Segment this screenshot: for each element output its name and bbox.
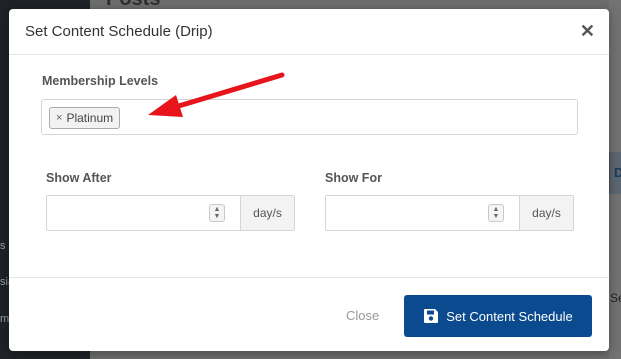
membership-levels-input[interactable]: × Platinum <box>41 99 578 135</box>
sidebar-fragment: s <box>0 240 6 252</box>
show-for-group: ▲ ▼ day/s <box>325 195 574 231</box>
background-text-fragment: Se <box>610 291 621 305</box>
spin-down-icon[interactable]: ▼ <box>214 213 221 220</box>
content-schedule-modal: Set Content Schedule (Drip) ✕ Membership… <box>9 9 609 351</box>
show-after-label: Show After <box>46 171 112 185</box>
floppy-disk-icon <box>423 308 439 324</box>
remove-tag-icon[interactable]: × <box>56 112 62 124</box>
show-after-group: ▲ ▼ day/s <box>46 195 295 231</box>
close-icon[interactable]: ✕ <box>580 21 595 42</box>
modal-footer: Close Set Content Schedule <box>9 277 609 351</box>
submit-label: Set Content Schedule <box>446 308 573 324</box>
modal-title: Set Content Schedule (Drip) <box>25 23 213 40</box>
show-for-label: Show For <box>325 171 382 185</box>
membership-tag-platinum: × Platinum <box>49 107 121 129</box>
background-tab: D <box>609 152 621 194</box>
set-content-schedule-button[interactable]: Set Content Schedule <box>404 295 592 337</box>
close-button[interactable]: Close <box>346 308 379 323</box>
modal-header: Set Content Schedule (Drip) ✕ <box>9 9 609 55</box>
membership-levels-label: Membership Levels <box>42 74 159 88</box>
spin-up-icon[interactable]: ▲ <box>214 206 221 213</box>
spin-down-icon[interactable]: ▼ <box>493 213 500 220</box>
spin-up-icon[interactable]: ▲ <box>493 206 500 213</box>
show-after-spinner[interactable]: ▲ ▼ <box>209 204 225 222</box>
sidebar-fragment: m <box>0 313 10 325</box>
show-for-spinner[interactable]: ▲ ▼ <box>488 204 504 222</box>
background-tab-label: D <box>614 165 621 180</box>
tag-label: Platinum <box>66 111 114 125</box>
show-after-unit: day/s <box>240 196 294 230</box>
show-for-unit: day/s <box>519 196 573 230</box>
